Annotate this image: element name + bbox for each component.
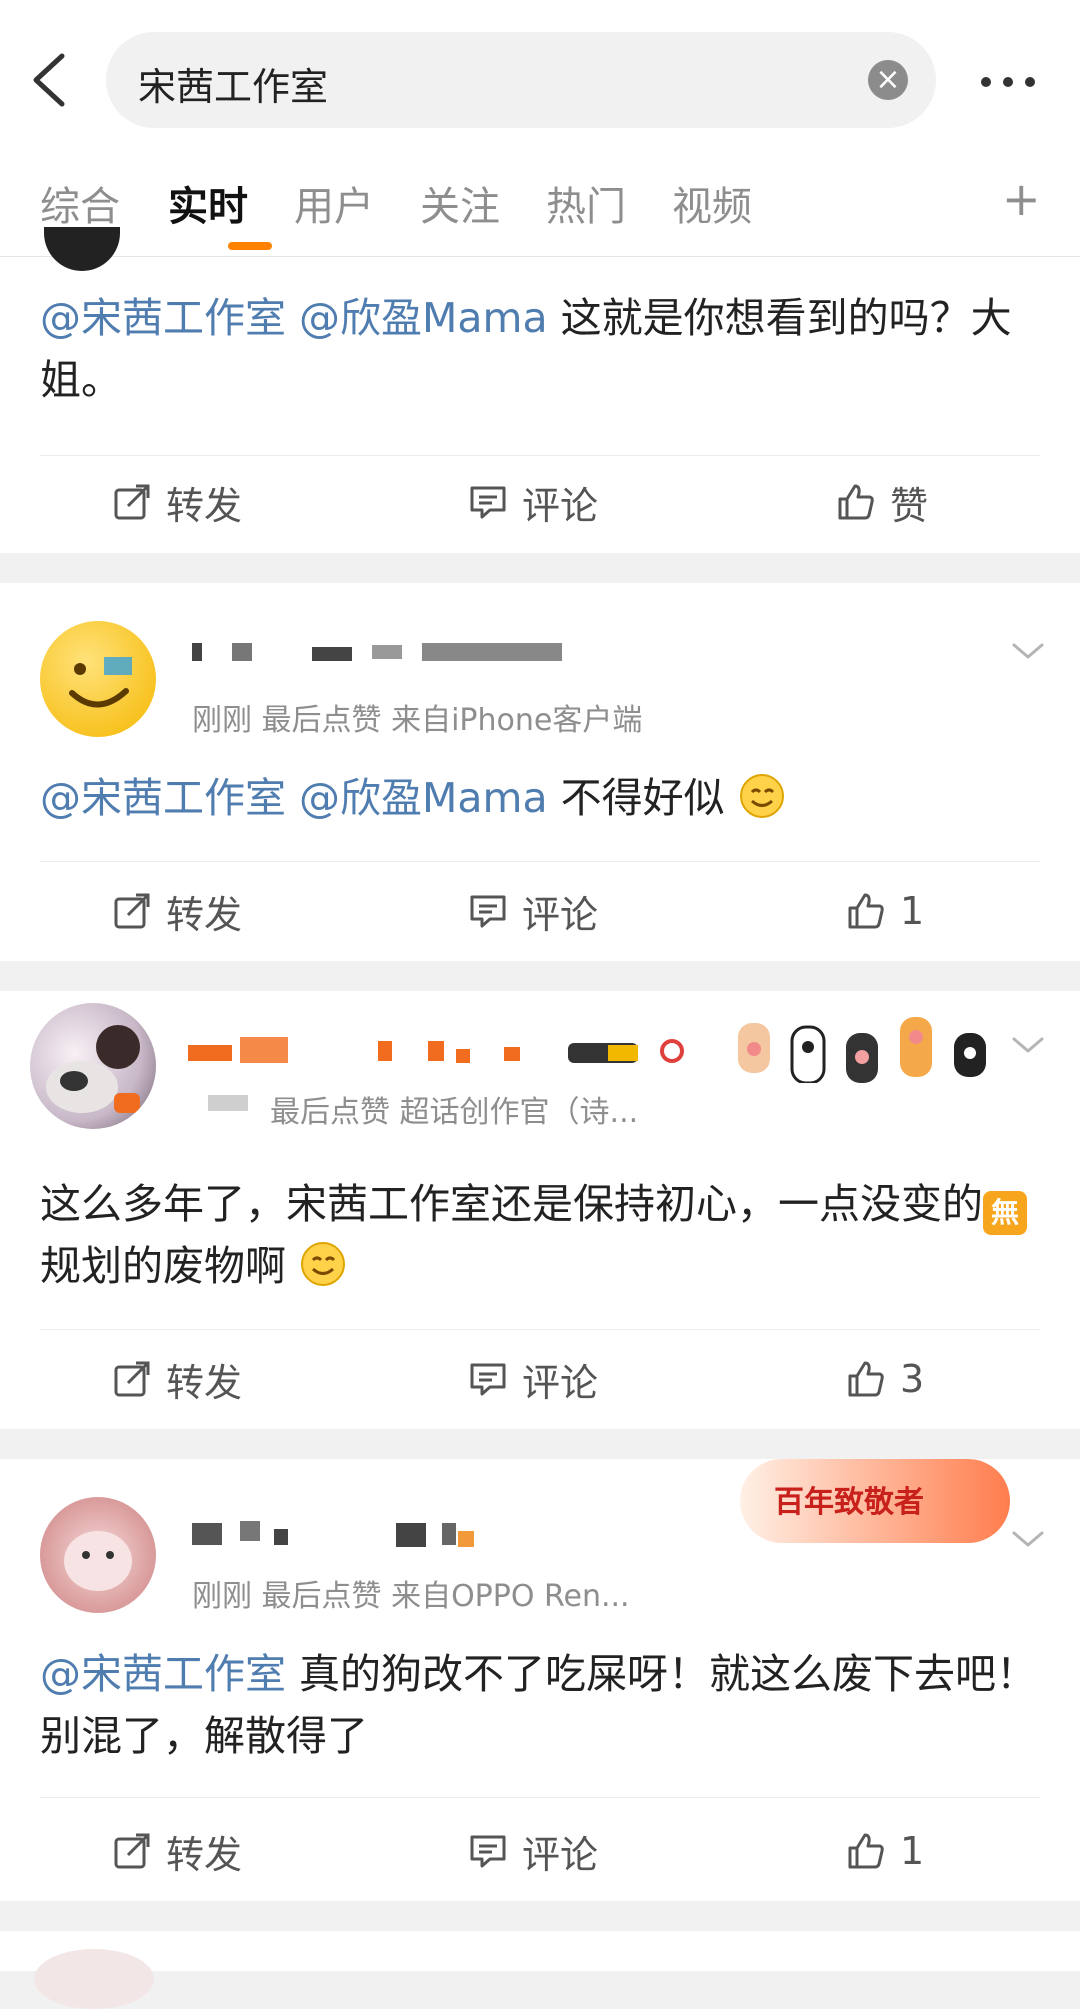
avatar[interactable] [40, 621, 156, 737]
search-input[interactable]: 宋茜工作室 [138, 56, 328, 111]
thumbs-up-icon [848, 1361, 884, 1397]
tab-realtime[interactable]: 实时 [168, 174, 248, 232]
tab-hot[interactable]: 热门 [546, 174, 626, 232]
divider [40, 455, 1040, 456]
avatar[interactable] [34, 1949, 154, 2009]
award-badge[interactable]: 百年致敬者 [740, 1459, 1010, 1543]
thumbs-up-icon [848, 1833, 884, 1869]
mention-link[interactable]: @宋茜工作室 [40, 1650, 286, 1698]
repost-button[interactable]: 转发 [112, 1811, 242, 1891]
chevron-down-icon[interactable] [1010, 1527, 1046, 1551]
post-body: 不得好似 [560, 774, 725, 822]
post-body: 这么多年了，宋茜工作室还是保持初心，一点没变的 [40, 1180, 983, 1228]
comment-icon [470, 1363, 506, 1396]
repost-button[interactable]: 转发 [112, 1339, 242, 1419]
post-card: @宋茜工作室 @欣盈Mama 这就是你想看到的吗？大姐。 转发 评论 赞 [0, 227, 1080, 553]
post-actions: 转发 评论 1 [0, 871, 1080, 951]
smiley-avatar-icon [69, 657, 132, 708]
repost-icon [114, 1361, 150, 1397]
repost-button[interactable]: 转发 [112, 462, 242, 542]
more-options-icon[interactable] [976, 60, 1040, 104]
mention-link[interactable]: @欣盈Mama [299, 774, 548, 822]
post-text: @宋茜工作室 真的狗改不了吃屎呀！就这么废下去吧！别混了，解散得了 [40, 1643, 1040, 1767]
mention-link[interactable]: @欣盈Mama [299, 294, 548, 342]
post-actions: 转发 评论 赞 [0, 462, 1080, 542]
post-text: 这么多年了，宋茜工作室还是保持初心，一点没变的 無规划的废物啊 [40, 1173, 1040, 1297]
tab-bar: 综合 实时 用户 关注 热门 视频 + [0, 162, 1080, 257]
thumbs-up-icon [838, 484, 874, 520]
back-arrow-icon[interactable] [28, 50, 72, 110]
repost-icon [114, 484, 150, 520]
divider [40, 1329, 1040, 1330]
post-card: 最后点赞 超话创作官（诗... 这么多年了，宋茜工作室还是保持初心，一点没变的無… [0, 991, 1080, 1429]
like-button[interactable]: 赞 [836, 462, 928, 542]
avatar[interactable] [44, 227, 120, 271]
post-card: 刚刚 最后点赞 来自iPhone客户端 @宋茜工作室 @欣盈Mama 不得好似 … [0, 583, 1080, 961]
tab-users[interactable]: 用户 [294, 174, 374, 232]
cat-paw-icon [790, 1025, 826, 1083]
cat-paw-icon [900, 1017, 932, 1077]
like-button[interactable]: 1 [846, 1811, 924, 1891]
add-tab-icon[interactable]: + [1002, 172, 1041, 226]
tab-following[interactable]: 关注 [420, 174, 500, 232]
post-text: @宋茜工作室 @欣盈Mama 不得好似 [40, 767, 1040, 829]
divider [40, 861, 1040, 862]
username-blurred[interactable] [192, 1519, 492, 1547]
tab-video[interactable]: 视频 [672, 174, 752, 232]
post-meta: 最后点赞 超话创作官（诗... [270, 1095, 639, 1130]
repost-button[interactable]: 转发 [112, 871, 242, 951]
post-actions: 转发 评论 1 [0, 1811, 1080, 1891]
cat-paw-icon [846, 1033, 878, 1083]
comment-button[interactable]: 评论 [468, 1339, 598, 1419]
chevron-down-icon[interactable] [1010, 639, 1046, 663]
username-blurred[interactable] [192, 641, 572, 663]
comment-icon [470, 486, 506, 519]
avatar[interactable] [30, 1003, 156, 1129]
redacted-username [192, 1521, 474, 1547]
like-button[interactable]: 3 [846, 1339, 924, 1419]
chevron-down-icon[interactable] [1010, 1033, 1046, 1057]
cat-paw-icon [954, 1033, 986, 1077]
post-body-continued: 规划的废物啊 [40, 1242, 286, 1290]
top-bar: 宋茜工作室 × [0, 0, 1080, 162]
comment-button[interactable]: 评论 [468, 1811, 598, 1891]
comment-icon [470, 1835, 506, 1868]
cat-paw-icon [738, 1023, 770, 1073]
divider [40, 1797, 1040, 1798]
comment-icon [470, 895, 506, 928]
redacted-username [188, 1037, 684, 1063]
active-tab-indicator [228, 242, 272, 250]
redacted-meta [208, 1095, 248, 1111]
tab-general[interactable]: 综合 [40, 174, 120, 232]
mention-link[interactable]: @宋茜工作室 [40, 774, 286, 822]
post-meta: 刚刚 最后点赞 来自iPhone客户端 [192, 703, 643, 738]
thumbs-up-icon [848, 893, 884, 929]
smile-emoji-icon [301, 1242, 346, 1286]
close-icon[interactable]: × [868, 60, 908, 100]
cat-avatar-icon [46, 1025, 140, 1113]
like-button[interactable]: 1 [846, 871, 924, 951]
post-card: 百年致敬者 刚刚 最后点赞 来自OPPO Ren... @宋茜工作室 真的狗改不… [0, 1459, 1080, 1901]
post-meta: 刚刚 最后点赞 来自OPPO Ren... [192, 1579, 630, 1614]
smile-emoji-icon [739, 774, 784, 818]
search-bar[interactable]: 宋茜工作室 × [106, 32, 936, 128]
mention-link[interactable]: @宋茜工作室 [40, 294, 286, 342]
repost-icon [114, 893, 150, 929]
avatar[interactable] [40, 1497, 156, 1613]
wu-emoji-badge: 無 [983, 1191, 1027, 1235]
award-badge-text: 百年致敬者 [774, 1485, 924, 1520]
username-blurred[interactable] [188, 1035, 688, 1063]
post-text: @宋茜工作室 @欣盈Mama 这就是你想看到的吗？大姐。 [40, 287, 1040, 411]
comment-button[interactable]: 评论 [468, 462, 598, 542]
repost-icon [114, 1833, 150, 1869]
post-card [0, 1931, 1080, 2009]
pink-plush-avatar-icon [64, 1531, 132, 1591]
comment-button[interactable]: 评论 [468, 871, 598, 951]
post-actions: 转发 评论 3 [0, 1339, 1080, 1419]
redacted-username [192, 643, 562, 661]
